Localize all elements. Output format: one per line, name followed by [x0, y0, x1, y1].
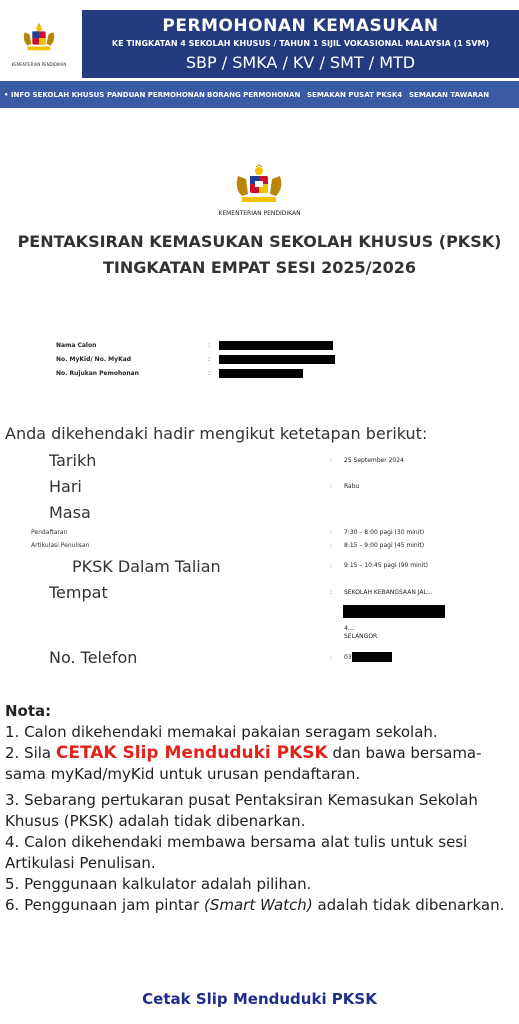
colon: :	[330, 654, 333, 661]
banner-title: PERMOHONAN KEMASUKAN	[162, 16, 439, 36]
colon: :	[330, 562, 333, 569]
mykad-label: No. MyKid/ No. MyKad	[56, 356, 132, 363]
colon: :	[330, 529, 333, 536]
colon: :	[208, 369, 211, 377]
tempat-line1: SEKOLAH KEBANGSAAN JAL...	[344, 589, 433, 596]
colon: :	[330, 589, 333, 596]
nav-semakan-pusat[interactable]: SEMAKAN PUSAT PKSK4	[307, 91, 409, 99]
redacted-mykad	[219, 355, 335, 364]
title-banner: PERMOHONAN KEMASUKAN KE TINGKATAN 4 SEKO…	[82, 10, 519, 78]
slip-subtitle: TINGKATAN EMPAT SESI 2025/2026	[102, 258, 417, 277]
telefon-prefix: 03	[344, 654, 352, 661]
colon: :	[330, 542, 333, 549]
ministry-logo[interactable]: KEMENTERIAN PENDIDIKAN	[6, 14, 72, 74]
nav-borang-permohonan[interactable]: BORANG PERMOHONAN	[207, 91, 307, 99]
note-5: 5. Penggunaan kalkulator adalah pilihan.	[5, 875, 312, 893]
nav-info-sekolah-khusus[interactable]: • INFO SEKOLAH KHUSUS	[4, 91, 104, 99]
pksk-value: 9:15 – 10:45 pagi (90 minit)	[344, 562, 428, 569]
artikulasi-value: 8:15 – 9:00 pagi (45 minit)	[344, 542, 425, 549]
note-6-italic: (Smart Watch)	[203, 896, 313, 914]
pendaftaran-label: Pendaftaran	[31, 529, 68, 536]
artikulasi-label: Artikulasi Penulisan	[31, 542, 90, 549]
tempat-label: Tempat	[49, 583, 108, 602]
nama-calon-label: Nama Calon	[56, 342, 97, 349]
redacted-rujukan	[219, 369, 303, 378]
hari-label: Hari	[49, 477, 82, 496]
tempat-state: SELANGOR	[344, 633, 378, 640]
colon: :	[330, 483, 333, 490]
main-nav: • INFO SEKOLAH KHUSUS PANDUAN PERMOHONAN…	[0, 81, 519, 108]
redacted-address	[343, 605, 445, 618]
page-header: KEMENTERIAN PENDIDIKAN PERMOHONAN KEMASU…	[0, 0, 519, 80]
redacted-telefon	[352, 652, 392, 662]
nota-title: Nota:	[5, 702, 52, 720]
slip-title: PENTAKSIRAN KEMASUKAN SEKOLAH KHUSUS (PK…	[17, 232, 502, 251]
banner-schools: SBP / SMKA / KV / SMT / MTD	[185, 53, 416, 72]
intro-text: Anda dikehendaki hadir mengikut ketetapa…	[5, 424, 428, 443]
note-6-post: adalah tidak dibenarkan.	[312, 896, 505, 914]
colon: :	[330, 457, 333, 464]
malaysia-crest-icon	[236, 164, 282, 202]
colon: :	[208, 341, 211, 349]
ministry-caption: KEMENTERIAN PENDIDIKAN	[11, 62, 67, 67]
nav-panduan-permohonan[interactable]: PANDUAN PERMOHONAN	[107, 91, 207, 99]
tempat-postcode: 4....	[344, 625, 356, 632]
redacted-name	[219, 341, 333, 350]
malaysia-crest-icon	[23, 22, 55, 51]
note-1: 1. Calon dikehendaki memakai pakaian ser…	[5, 723, 438, 741]
rujukan-label: No. Rujukan Pemohonan	[56, 370, 139, 377]
pendaftaran-value: 7:30 – 8:00 pagi (30 minit)	[344, 529, 425, 536]
nav-semakan-tawaran[interactable]: SEMAKAN TAWARAN	[409, 91, 489, 99]
hari-value: Rabu	[344, 483, 360, 490]
pksk-label: PKSK Dalam Talian	[72, 557, 221, 576]
note-2: 2. Sila CETAK Slip Menduduki PKSK dan ba…	[5, 743, 515, 785]
banner-subtitle: KE TINGKATAN 4 SEKOLAH KHUSUS / TAHUN 1 …	[111, 39, 490, 48]
note-2-pre: 2. Sila	[5, 744, 56, 762]
masa-label: Masa	[49, 503, 91, 522]
tarikh-label: Tarikh	[49, 451, 97, 470]
telefon-label: No. Telefon	[49, 648, 138, 667]
note-3: 3. Sebarang pertukaran pusat Pentaksiran…	[5, 791, 478, 830]
colon: :	[208, 355, 211, 363]
note-4: 4. Calon dikehendaki membawa bersama ala…	[5, 833, 468, 872]
cetak-slip-link[interactable]: Cetak Slip Menduduki PKSK	[0, 990, 519, 1008]
note-6: 6. Penggunaan jam pintar (Smart Watch) a…	[5, 895, 515, 916]
ministry-caption: KEMENTERIAN PENDIDIKAN	[218, 210, 301, 217]
note-6-pre: 6. Penggunaan jam pintar	[5, 896, 204, 914]
cetak-slip-highlight: CETAK Slip Menduduki PKSK	[55, 743, 328, 763]
tarikh-value: 25 September 2024	[344, 457, 404, 464]
